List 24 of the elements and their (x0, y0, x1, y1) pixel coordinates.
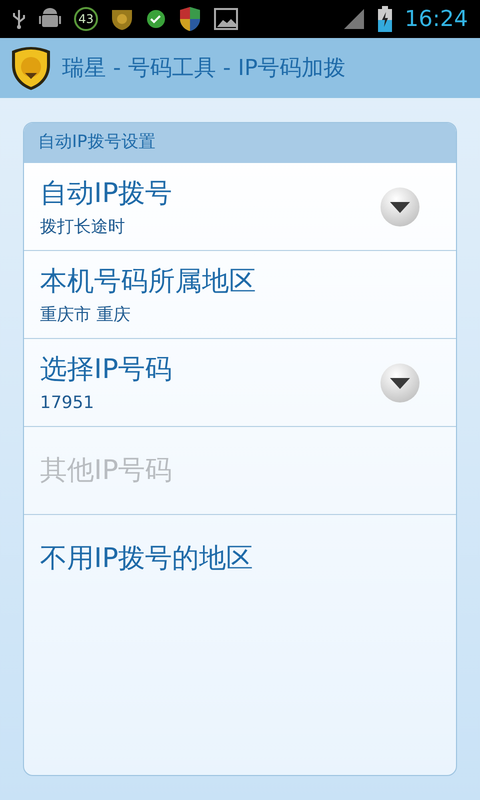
check-icon (146, 9, 166, 29)
settings-item[interactable]: 本机号码所属地区 重庆市 重庆 (24, 251, 456, 339)
settings-item[interactable]: 不用IP拨号的地区 (24, 515, 456, 603)
section-header: 自动IP拨号设置 (24, 123, 456, 163)
window-title: 瑞星 - 号码工具 - IP号码加拨 (62, 54, 346, 82)
item-title: 本机号码所属地区 (40, 264, 257, 298)
item-title: 其他IP号码 (40, 454, 174, 488)
count-badge: 43 (74, 7, 98, 31)
battery-icon (378, 6, 392, 32)
signal-icon (342, 8, 365, 30)
item-title: 选择IP号码 (40, 352, 174, 386)
item-summary: 重庆市 重庆 (40, 304, 132, 326)
item-summary: 17951 (40, 392, 96, 414)
item-title: 不用IP拨号的地区 (40, 542, 254, 576)
dropdown-icon[interactable] (380, 362, 420, 402)
dropdown-icon[interactable] (380, 186, 420, 226)
item-summary: 拨打长途时 (40, 216, 126, 238)
settings-item[interactable]: 自动IP拨号 拨打长途时 (24, 163, 456, 251)
usb-icon (12, 8, 26, 30)
clock: 16:24 (404, 6, 468, 34)
shield-icon (179, 6, 201, 32)
settings-item[interactable]: 选择IP号码 17951 (24, 339, 456, 427)
image-icon (214, 8, 238, 30)
item-title: 自动IP拨号 (40, 176, 174, 210)
